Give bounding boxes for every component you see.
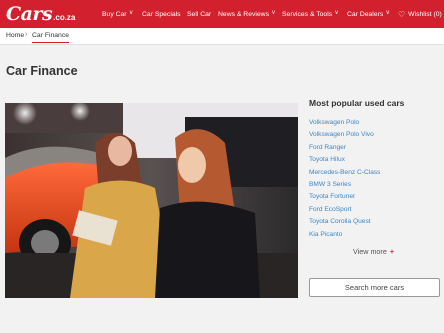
site-logo[interactable]: Cars.co.za [6,4,75,28]
view-more-label: View more [353,247,387,256]
nav-buy-car[interactable]: Buy Car v [102,0,133,28]
popular-car-link[interactable]: Ford Ranger [309,144,380,156]
chevron-down-icon: v [386,10,390,16]
popular-car-link[interactable]: Kia Picanto [309,231,380,243]
breadcrumb-separator-icon: › [25,31,28,38]
nav-news-reviews-label: News & Reviews [218,10,269,18]
nav-news-reviews[interactable]: News & Reviews v [218,0,275,28]
nav-buy-car-label: Buy Car [102,10,127,18]
search-more-cars-button[interactable]: Search more cars [309,278,440,297]
nav-wishlist[interactable]: ♡ Wishlist (0) [398,0,442,28]
nav-sell-car-label: Sell Car [187,10,212,18]
popular-cars-list: Volkswagen Polo Volkswagen Polo Vivo For… [309,119,380,243]
chevron-down-icon: v [335,10,339,16]
nav-car-dealers-label: Car Dealers [347,10,384,18]
view-more-link[interactable]: View more + [353,247,394,256]
nav-car-specials-label: Car Specials [142,10,181,18]
nav-car-dealers[interactable]: Car Dealers v [347,0,389,28]
nav-wishlist-label: Wishlist (0) [408,10,442,18]
popular-car-link[interactable]: BMW 3 Series [309,181,380,193]
page-title: Car Finance [6,64,78,78]
plus-icon: + [389,247,395,256]
chevron-down-icon: v [129,10,133,16]
nav-sell-car[interactable]: Sell Car [187,0,211,28]
popular-car-link[interactable]: Ford EcoSport [309,206,380,218]
popular-car-link[interactable]: Volkswagen Polo Vivo [309,131,380,143]
popular-car-link[interactable]: Toyota Fortuner [309,193,380,205]
popular-car-link[interactable]: Toyota Corolla Quest [309,218,380,230]
hero-photo-illustration [5,103,298,298]
hero-image [5,103,298,298]
heart-icon: ♡ [398,9,406,19]
popular-car-link[interactable]: Volkswagen Polo [309,119,380,131]
breadcrumb-current: Car Finance [32,32,70,43]
breadcrumb-home[interactable]: Home [6,32,24,39]
breadcrumb: Home › Car Finance [0,28,444,45]
popular-car-link[interactable]: Toyota Hilux [309,156,380,168]
nav-services-tools[interactable]: Services & Tools v [282,0,338,28]
popular-car-link[interactable]: Mercedes-Benz C-Class [309,169,380,181]
chevron-down-icon: v [272,10,275,16]
nav-services-tools-label: Services & Tools [282,10,333,18]
nav-car-specials[interactable]: Car Specials [142,0,181,28]
logo-main: Cars [6,3,53,25]
top-navigation-bar: Cars.co.za Buy Car v Car Specials Sell Ca… [0,0,444,28]
popular-cars-title: Most popular used cars [309,98,405,108]
logo-suffix: .co.za [53,13,76,22]
